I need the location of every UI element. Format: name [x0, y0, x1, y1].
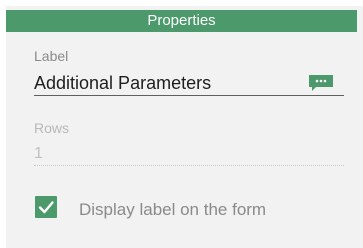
rows-field-caption: Rows	[34, 120, 70, 136]
display-label-checkbox[interactable]	[35, 196, 57, 218]
label-input[interactable]	[34, 70, 344, 96]
comment-button[interactable]	[308, 74, 334, 92]
comment-ellipsis-icon	[308, 75, 334, 95]
rows-input[interactable]	[34, 142, 344, 166]
label-field-caption: Label	[34, 48, 69, 64]
display-label-text: Display label on the form	[79, 200, 267, 219]
panel-title: Properties	[6, 10, 357, 32]
